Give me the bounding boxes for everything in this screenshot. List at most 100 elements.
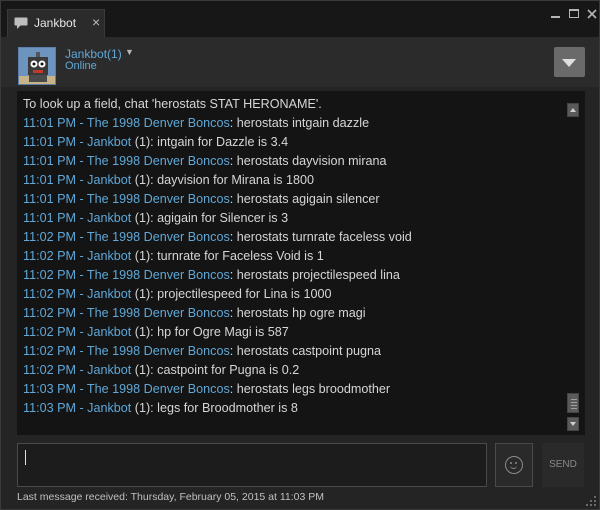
chat-bubble-icon bbox=[14, 17, 28, 29]
chat-message: 11:03 PM - Jankbot (1): legs for Broodmo… bbox=[23, 399, 563, 418]
message-text: herostats agigain silencer bbox=[236, 192, 380, 206]
smiley-icon bbox=[505, 456, 523, 474]
message-sender-link[interactable]: 11:03 PM - The 1998 Denver Boncos bbox=[23, 382, 230, 396]
friend-status: Online bbox=[65, 60, 97, 72]
chat-message: 11:01 PM - Jankbot (1): intgain for Dazz… bbox=[23, 133, 563, 152]
chat-intro: To look up a field, chat 'herostats STAT… bbox=[23, 97, 322, 111]
grip-dot bbox=[590, 504, 592, 506]
message-text: projectilespeed for Lina is 1000 bbox=[157, 287, 332, 301]
message-sender-link[interactable]: 11:02 PM - Jankbot bbox=[23, 249, 131, 263]
smiley-eye bbox=[510, 462, 512, 464]
grip-dot bbox=[590, 500, 592, 502]
message-sender-count: (1) bbox=[131, 173, 151, 187]
message-sender-link[interactable]: 11:02 PM - The 1998 Denver Boncos bbox=[23, 306, 230, 320]
minimize-icon bbox=[551, 16, 560, 18]
chat-message: 11:02 PM - The 1998 Denver Boncos: heros… bbox=[23, 266, 563, 285]
chat-message: 11:02 PM - The 1998 Denver Boncos: heros… bbox=[23, 342, 563, 361]
message-sender-count: (1) bbox=[131, 401, 151, 415]
maximize-icon bbox=[569, 9, 579, 18]
tab-label: Jankbot bbox=[34, 16, 77, 30]
chat-message: 11:02 PM - Jankbot (1): turnrate for Fac… bbox=[23, 247, 563, 266]
arrow-up-icon bbox=[570, 108, 576, 112]
close-icon bbox=[587, 9, 597, 19]
emoticon-button[interactable] bbox=[495, 443, 533, 487]
chat-message: 11:01 PM - The 1998 Denver Boncos: heros… bbox=[23, 152, 563, 171]
message-sender-count: (1) bbox=[131, 211, 151, 225]
dropdown-triangle-icon bbox=[562, 59, 576, 67]
message-sender-link[interactable]: 11:02 PM - The 1998 Denver Boncos bbox=[23, 268, 230, 282]
message-sender-link[interactable]: 11:01 PM - Jankbot bbox=[23, 211, 131, 225]
message-input[interactable] bbox=[17, 443, 487, 487]
message-sender-count: (1) bbox=[131, 325, 151, 339]
scroll-up-button[interactable] bbox=[567, 103, 579, 117]
text-caret bbox=[25, 450, 26, 465]
scroll-down-button[interactable] bbox=[567, 417, 579, 431]
robot-avatar-image bbox=[19, 48, 55, 84]
chat-window: Jankbot × Jankbot(1) ▼ Online To look up… bbox=[0, 0, 600, 510]
chat-message: 11:01 PM - The 1998 Denver Boncos: heros… bbox=[23, 190, 563, 209]
message-sender-link[interactable]: 11:01 PM - Jankbot bbox=[23, 135, 131, 149]
message-text: herostats intgain dazzle bbox=[236, 116, 370, 130]
message-separator: : bbox=[229, 306, 237, 320]
message-sender-link[interactable]: 11:01 PM - The 1998 Denver Boncos bbox=[23, 192, 230, 206]
chat-message: 11:01 PM - The 1998 Denver Boncos: heros… bbox=[23, 114, 563, 133]
message-text: herostats turnrate faceless void bbox=[236, 230, 412, 244]
scroll-thumb[interactable] bbox=[567, 393, 579, 413]
friend-header: Jankbot(1) ▼ Online bbox=[1, 37, 599, 87]
message-separator: : bbox=[229, 382, 237, 396]
chat-message: 11:02 PM - Jankbot (1): projectilespeed … bbox=[23, 285, 563, 304]
message-sender-link[interactable]: 11:02 PM - Jankbot bbox=[23, 325, 131, 339]
maximize-button[interactable] bbox=[567, 7, 581, 21]
message-sender-count: (1) bbox=[131, 135, 151, 149]
close-window-button[interactable] bbox=[585, 7, 599, 21]
message-sender-link[interactable]: 11:01 PM - Jankbot bbox=[23, 173, 131, 187]
message-text: herostats dayvision mirana bbox=[236, 154, 387, 168]
message-sender-link[interactable]: 11:01 PM - The 1998 Denver Boncos bbox=[23, 154, 230, 168]
tab-jankbot[interactable]: Jankbot × bbox=[7, 9, 105, 37]
message-separator: : bbox=[229, 230, 237, 244]
chat-message: 11:02 PM - The 1998 Denver Boncos: heros… bbox=[23, 304, 563, 323]
grip-dot bbox=[586, 504, 588, 506]
chat-message: 11:01 PM - Jankbot (1): dayvision for Mi… bbox=[23, 171, 563, 190]
message-text: intgain for Dazzle is 3.4 bbox=[157, 135, 289, 149]
message-sender-link[interactable]: 11:02 PM - Jankbot bbox=[23, 287, 131, 301]
send-button[interactable]: SEND bbox=[542, 443, 584, 487]
message-sender-link[interactable]: 11:03 PM - Jankbot bbox=[23, 401, 131, 415]
minimize-button[interactable] bbox=[549, 7, 563, 21]
message-text: herostats legs broodmother bbox=[236, 382, 391, 396]
message-text: turnrate for Faceless Void is 1 bbox=[157, 249, 324, 263]
smiley-eye bbox=[515, 462, 517, 464]
avatar[interactable] bbox=[18, 47, 56, 85]
chat-message: 11:02 PM - Jankbot (1): castpoint for Pu… bbox=[23, 361, 563, 380]
chat-menu-button[interactable] bbox=[554, 47, 585, 77]
grip-line bbox=[571, 399, 577, 400]
scrollbar[interactable] bbox=[565, 97, 581, 431]
grip-dot bbox=[594, 496, 596, 498]
message-sender-link[interactable]: 11:01 PM - The 1998 Denver Boncos bbox=[23, 116, 230, 130]
message-sender-count: (1) bbox=[131, 363, 151, 377]
friend-name-link[interactable]: Jankbot(1) bbox=[65, 47, 122, 61]
message-text: herostats hp ogre magi bbox=[236, 306, 366, 320]
message-text: agigain for Silencer is 3 bbox=[157, 211, 289, 225]
message-text: dayvision for Mirana is 1800 bbox=[157, 173, 314, 187]
title-bar[interactable]: Jankbot × bbox=[1, 1, 599, 37]
resize-grip[interactable] bbox=[586, 496, 598, 508]
chat-message: 11:01 PM - Jankbot (1): agigain for Sile… bbox=[23, 209, 563, 228]
message-text: herostats castpoint pugna bbox=[236, 344, 381, 358]
grip-dot bbox=[594, 504, 596, 506]
grip-line bbox=[571, 408, 577, 409]
message-text: hp for Ogre Magi is 587 bbox=[157, 325, 289, 339]
message-sender-link[interactable]: 11:02 PM - The 1998 Denver Boncos bbox=[23, 230, 230, 244]
chevron-down-icon[interactable]: ▼ bbox=[125, 47, 134, 57]
message-sender-count: (1) bbox=[131, 287, 151, 301]
chat-message: 11:02 PM - Jankbot (1): hp for Ogre Magi… bbox=[23, 323, 563, 342]
grip-line bbox=[571, 402, 577, 403]
tab-close-icon[interactable]: × bbox=[92, 15, 100, 29]
chat-log[interactable]: To look up a field, chat 'herostats STAT… bbox=[17, 91, 585, 435]
chat-message: 11:02 PM - The 1998 Denver Boncos: heros… bbox=[23, 228, 563, 247]
chat-log-content: To look up a field, chat 'herostats STAT… bbox=[23, 95, 563, 418]
message-sender-link[interactable]: 11:02 PM - The 1998 Denver Boncos bbox=[23, 344, 230, 358]
message-separator: : bbox=[229, 344, 237, 358]
message-sender-link[interactable]: 11:02 PM - Jankbot bbox=[23, 363, 131, 377]
message-text: legs for Broodmother is 8 bbox=[157, 401, 298, 415]
